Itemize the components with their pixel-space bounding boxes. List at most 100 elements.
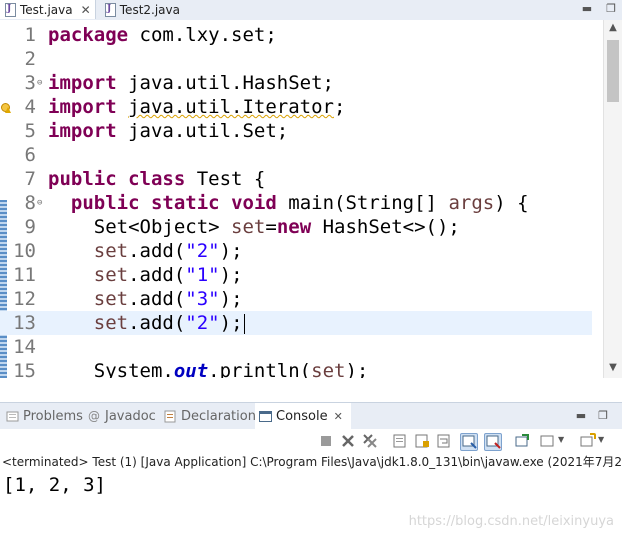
close-tab-icon[interactable]: ✕ (81, 3, 91, 17)
tab-problems[interactable]: Problems (2, 403, 83, 429)
code-token: out (173, 360, 209, 378)
line-number: 1 (24, 24, 36, 46)
show-on-stdout-icon[interactable] (460, 433, 478, 451)
tab-declaration[interactable]: Declaration (160, 403, 256, 429)
at-icon: @ (88, 408, 100, 423)
remove-launch-icon[interactable] (340, 433, 356, 449)
code-token: set (93, 288, 129, 310)
code-token: set (311, 360, 346, 378)
code-line[interactable]: 4 import java.util.Iterator; (0, 95, 592, 119)
code-line[interactable]: 10 set.add("2"); (0, 239, 592, 263)
code-line[interactable]: 5 import java.util.Set; (0, 119, 592, 143)
line-number: 13 (13, 312, 36, 334)
code-token: HashSet<>(); (311, 216, 460, 238)
line-number: 7 (24, 168, 36, 190)
fold-toggle-icon[interactable]: ⊖ (37, 71, 42, 95)
clear-console-icon[interactable] (392, 433, 408, 449)
code-text: Set<Object> set=new HashSet<>(); (48, 215, 460, 239)
code-token: set (93, 312, 129, 334)
declaration-icon (164, 410, 177, 423)
code-token: java.util.Iterator (128, 96, 334, 118)
close-tab-icon[interactable]: ✕ (334, 410, 343, 423)
line-number: 5 (24, 120, 36, 142)
code-token: ); (219, 288, 243, 310)
tab-console[interactable]: Console ✕ (255, 403, 351, 430)
tab-test2-java[interactable]: J Test2.java (100, 0, 180, 19)
fold-toggle-icon[interactable]: ⊖ (37, 191, 42, 215)
code-token: java.util.Set; (116, 120, 289, 142)
code-token: new (276, 216, 312, 238)
code-line[interactable]: 13 set.add("2"); (0, 311, 592, 335)
tab-label: Javadoc (105, 408, 156, 424)
code-token: = (265, 216, 277, 238)
code-line[interactable]: 1 package com.lxy.set; (0, 23, 592, 47)
minimize-icon[interactable]: ▬ (582, 2, 592, 15)
code-token: .add( (128, 240, 186, 262)
chevron-down-icon[interactable]: ▼ (598, 435, 604, 444)
chevron-down-icon[interactable]: ▼ (558, 435, 564, 444)
line-number: 10 (13, 240, 36, 262)
line-number: 3 (24, 72, 36, 94)
line-number: 9 (24, 216, 36, 238)
console-output: [1, 2, 3] (3, 474, 106, 496)
line-number: 14 (13, 336, 36, 358)
code-editor[interactable]: 1 package com.lxy.set; 2 3 ⊖ import java.util… (0, 20, 622, 378)
code-line[interactable]: 3 ⊖ import java.util.HashSet; (0, 71, 592, 95)
scrollbar-thumb[interactable] (607, 40, 619, 102)
editor-vertical-scrollbar[interactable]: ▲ ▼ (603, 20, 622, 378)
code-text: public class Test { (48, 167, 265, 191)
tab-label: Test.java (20, 2, 73, 17)
warning-lightbulb-icon[interactable] (0, 103, 11, 113)
code-token: set (93, 240, 129, 262)
maximize-icon[interactable]: ❐ (598, 409, 608, 422)
console-icon (259, 410, 272, 423)
java-file-icon: J (104, 3, 116, 17)
minimize-icon[interactable]: ▬ (576, 409, 586, 422)
code-text: public static void main(String[] args) { (48, 191, 529, 215)
code-token: "1" (185, 264, 220, 286)
code-token: class (128, 168, 186, 190)
code-line[interactable]: 12 set.add("3"); (0, 287, 592, 311)
problems-icon (6, 410, 19, 423)
scroll-lock-icon[interactable] (414, 433, 430, 449)
code-line[interactable]: 14 (0, 335, 592, 359)
code-token: ); (219, 264, 243, 286)
code-token: "2" (185, 312, 220, 334)
code-line[interactable]: 6 (0, 143, 592, 167)
code-text: import java.util.Iterator; (48, 95, 345, 119)
display-console-icon[interactable] (540, 433, 556, 449)
tab-label: Console (276, 409, 328, 424)
tab-label: Problems (23, 408, 83, 424)
tab-test-java[interactable]: J Test.java ✕ (0, 0, 96, 19)
code-token: static (150, 192, 220, 214)
code-line[interactable]: 11 set.add("1"); (0, 263, 592, 287)
code-token: Test { (185, 168, 266, 190)
remove-all-terminated-icon[interactable] (362, 433, 378, 449)
code-token: void (231, 192, 277, 214)
code-text: set.add("3"); (48, 287, 243, 311)
code-line[interactable]: 15 System.out.println(set); (0, 359, 592, 378)
open-console-icon[interactable] (580, 433, 596, 449)
code-line[interactable]: 8 ⊖ public static void main(String[] args… (0, 191, 592, 215)
pin-console-icon[interactable] (514, 433, 530, 449)
bottom-view-tab-bar: Problems @ Javadoc Declaration Console ✕… (0, 402, 622, 430)
show-on-stderr-icon[interactable] (484, 433, 502, 451)
scroll-down-icon[interactable]: ▼ (604, 360, 622, 376)
code-token: .println( (208, 360, 312, 378)
code-line[interactable]: 9 Set<Object> set=new HashSet<>(); (0, 215, 592, 239)
code-line[interactable]: 7 public class Test { (0, 167, 592, 191)
word-wrap-icon[interactable] (436, 433, 452, 449)
code-token: import (48, 120, 117, 142)
code-line[interactable]: 2 (0, 47, 592, 71)
terminate-icon[interactable] (318, 433, 334, 449)
scroll-up-icon[interactable]: ▲ (604, 20, 622, 36)
code-token: .add( (128, 264, 186, 286)
maximize-icon[interactable]: ❐ (606, 2, 616, 15)
tab-javadoc[interactable]: @ Javadoc (84, 403, 160, 429)
